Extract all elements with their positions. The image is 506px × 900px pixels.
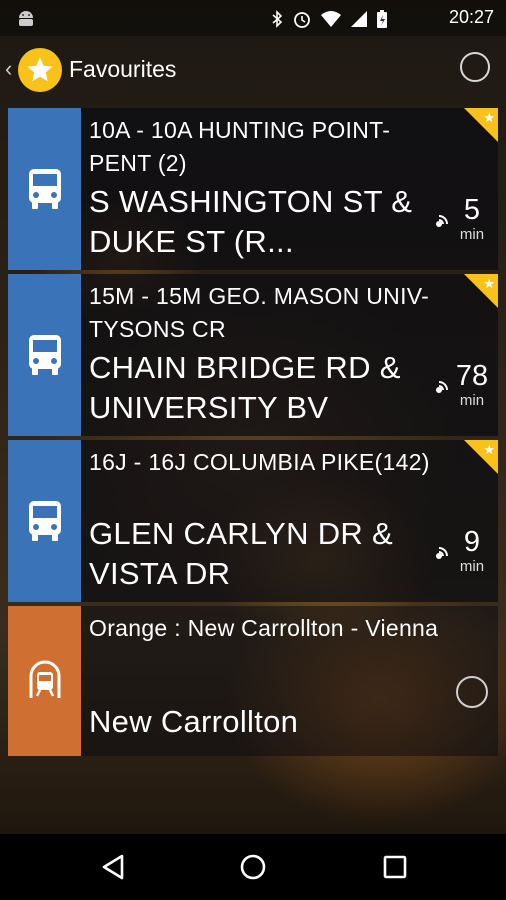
bus-icon: [28, 169, 61, 209]
realtime-signal-icon: [436, 547, 448, 559]
stop-name: CHAIN BRIDGE RD & UNIVERSITY BV: [89, 350, 401, 425]
realtime-signal-icon: [436, 215, 448, 227]
metro-train-icon: [29, 660, 60, 698]
alarm-icon: [294, 12, 310, 28]
star-icon: ★: [483, 110, 495, 125]
line-name: Orange : New Carrollton - Vienna: [89, 615, 439, 641]
stop-name: GLEN CARLYN DR & VISTA DR: [89, 516, 393, 591]
status-bar: 20:27: [0, 0, 506, 36]
android-icon: [19, 11, 33, 26]
route-name: 15M - 15M GEO. MASON UNIV-TYSONS CR: [89, 283, 430, 342]
station-name: New Carrollton: [89, 704, 299, 739]
bluetooth-icon: [272, 10, 283, 28]
home-circle-icon[interactable]: [238, 852, 268, 882]
bus-tile: [8, 440, 81, 602]
metro-tile: [8, 606, 81, 756]
bus-tile: [8, 108, 81, 270]
star-icon[interactable]: [18, 48, 62, 92]
bus-tile: [8, 274, 81, 436]
app-bar: ‹ Favourites: [0, 36, 506, 104]
route-name: 16J - 16J COLUMBIA PIKE(142): [89, 449, 430, 475]
clock: 20:27: [448, 7, 494, 27]
arrival-time: 9 min: [459, 526, 485, 575]
back-chevron-icon[interactable]: ‹: [5, 56, 12, 82]
recents-square-icon[interactable]: [380, 852, 410, 882]
bus-icon: [28, 335, 61, 375]
favourites-list: 10A - 10A HUNTING POINT-PENT (2) S WASHI…: [8, 108, 498, 760]
stop-name: S WASHINGTON ST & DUKE ST (R...: [89, 184, 413, 259]
bus-icon: [28, 501, 61, 541]
star-icon: ★: [483, 442, 495, 457]
favourite-item[interactable]: 15M - 15M GEO. MASON UNIV-TYSONS CR CHAI…: [8, 274, 498, 436]
favourite-item[interactable]: Orange : New Carrollton - Vienna New Car…: [8, 606, 498, 756]
battery-icon: [377, 10, 387, 28]
navigation-bar: [0, 834, 506, 900]
page-title: Favourites: [69, 56, 177, 82]
arrival-time: 5 min: [459, 194, 485, 243]
signal-icon: [351, 11, 367, 27]
back-triangle-icon[interactable]: [98, 852, 128, 882]
wifi-icon: [321, 11, 341, 27]
star-icon: ★: [483, 276, 495, 291]
select-all-radio[interactable]: [460, 52, 490, 82]
select-radio[interactable]: [456, 676, 488, 708]
route-name: 10A - 10A HUNTING POINT-PENT (2): [89, 117, 391, 176]
favourite-item[interactable]: 16J - 16J COLUMBIA PIKE(142) GLEN CARLYN…: [8, 440, 498, 602]
arrival-time: 78 min: [455, 360, 489, 409]
realtime-signal-icon: [436, 381, 448, 393]
favourite-item[interactable]: 10A - 10A HUNTING POINT-PENT (2) S WASHI…: [8, 108, 498, 270]
